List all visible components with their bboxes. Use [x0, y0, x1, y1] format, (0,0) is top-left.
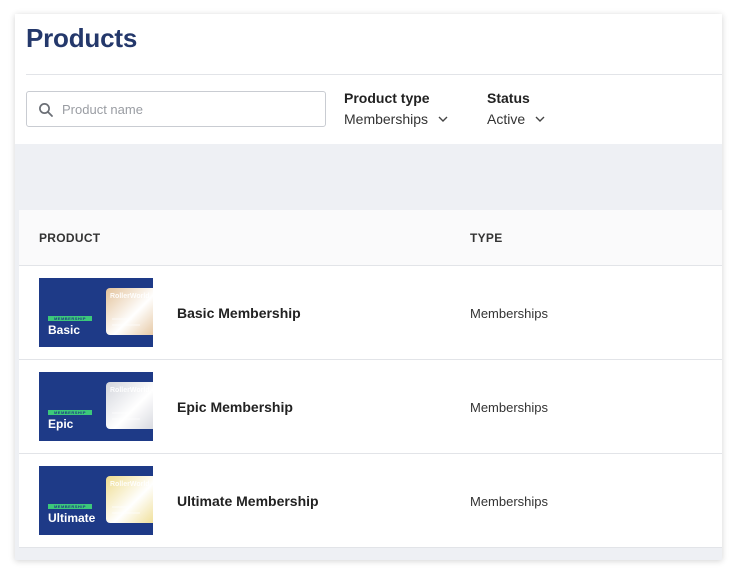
filter-panel: Products Product type Memberships Status…	[15, 14, 722, 144]
title-divider	[26, 74, 722, 75]
product-type-dropdown[interactable]: Memberships	[344, 111, 448, 127]
card-brand-text: RollerWorld	[110, 293, 150, 300]
status-dropdown[interactable]: Active	[487, 111, 545, 127]
thumbnail-tag: MEMBERSHIP	[48, 504, 92, 509]
membership-card-image: RollerWorld	[106, 288, 153, 335]
membership-card-image: RollerWorld	[106, 382, 153, 429]
product-type: Memberships	[470, 494, 549, 509]
search-box[interactable]	[26, 91, 326, 127]
product-thumbnail: RollerWorld MEMBERSHIP Basic	[39, 278, 153, 347]
product-type-filter[interactable]: Product type Memberships	[344, 90, 448, 127]
product-thumbnail: RollerWorld MEMBERSHIP Ultimate	[39, 466, 153, 535]
search-icon	[39, 103, 53, 117]
thumbnail-tag: MEMBERSHIP	[48, 410, 92, 415]
card-brand-text: RollerWorld	[110, 387, 150, 394]
search-input[interactable]	[62, 92, 317, 126]
product-type-label: Product type	[344, 90, 430, 106]
status-filter[interactable]: Status Active	[487, 90, 545, 127]
card-brand-text: RollerWorld	[110, 481, 150, 488]
thumbnail-tier-label: Ultimate	[48, 511, 96, 525]
table-row[interactable]: RollerWorld MEMBERSHIP Basic Basic Membe…	[19, 266, 722, 360]
table-header: PRODUCT TYPE	[19, 210, 722, 266]
thumbnail-tier-label: Epic	[48, 417, 74, 431]
thumbnail-tag: MEMBERSHIP	[48, 316, 92, 321]
product-type: Memberships	[470, 306, 549, 321]
column-header-product[interactable]: PRODUCT	[39, 231, 100, 245]
column-header-type[interactable]: TYPE	[470, 231, 503, 245]
product-name[interactable]: Ultimate Membership	[177, 493, 319, 509]
product-thumbnail: RollerWorld MEMBERSHIP Epic	[39, 372, 153, 441]
status-label: Status	[487, 90, 530, 106]
product-type: Memberships	[470, 400, 549, 415]
status-value: Active	[487, 111, 526, 127]
thumbnail-tier-label: Basic	[48, 323, 81, 337]
chevron-down-icon	[535, 116, 545, 122]
product-name[interactable]: Basic Membership	[177, 305, 301, 321]
table-row[interactable]: RollerWorld MEMBERSHIP Epic Epic Members…	[19, 360, 722, 454]
page-title: Products	[26, 23, 138, 53]
products-table: PRODUCT TYPE RollerWorld MEMBERSHIP Basi…	[19, 210, 722, 548]
product-name[interactable]: Epic Membership	[177, 399, 293, 415]
membership-card-image: RollerWorld	[106, 476, 153, 523]
products-page: Products Product type Memberships Status…	[15, 14, 722, 560]
product-type-value: Memberships	[344, 111, 429, 127]
table-row[interactable]: RollerWorld MEMBERSHIP Ultimate Ultimate…	[19, 454, 722, 548]
chevron-down-icon	[438, 116, 448, 122]
